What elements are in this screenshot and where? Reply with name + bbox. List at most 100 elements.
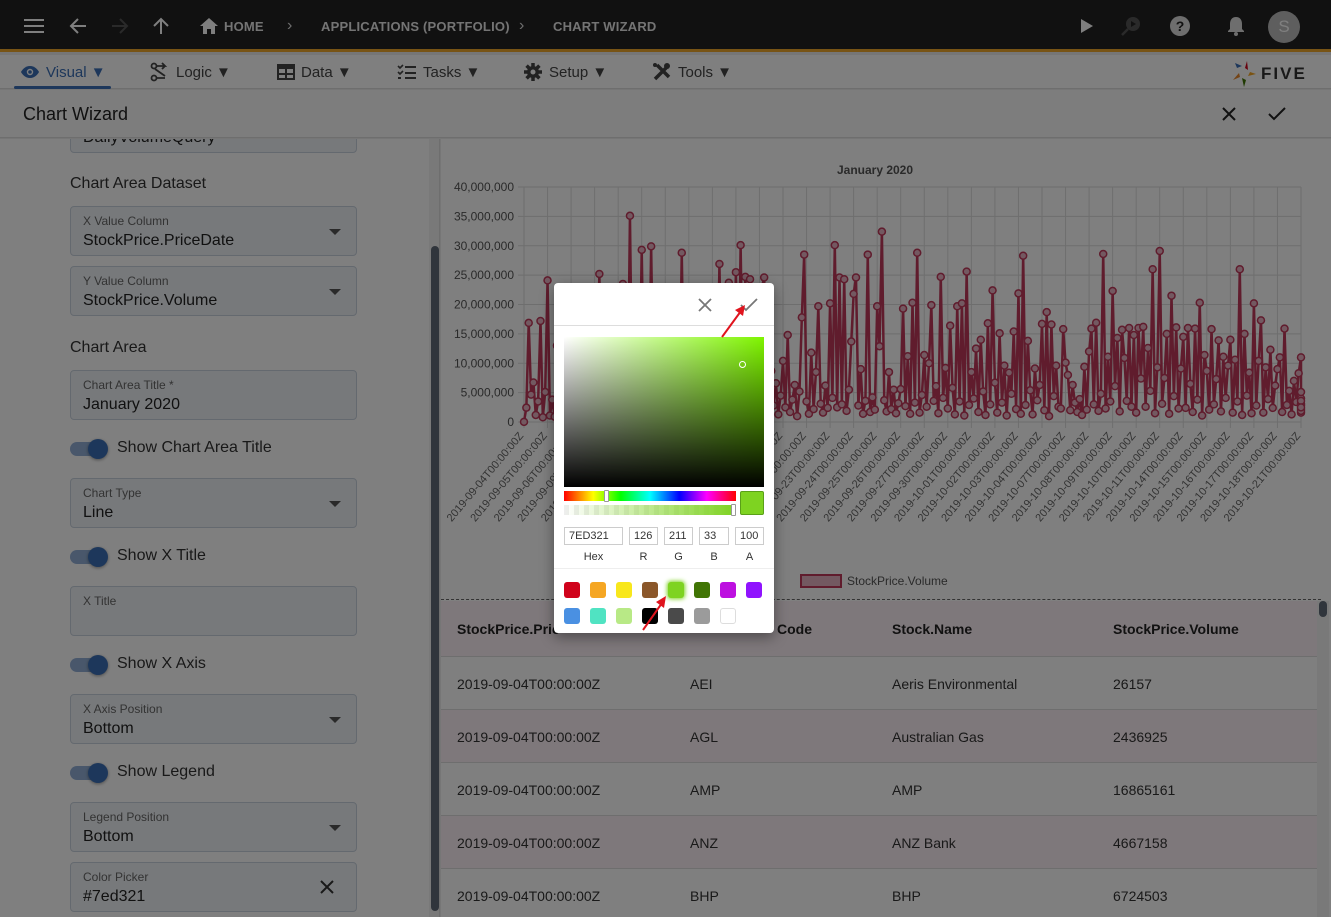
data-point[interactable] [1113,333,1122,343]
data-point[interactable] [1106,397,1115,406]
data-point[interactable] [898,304,908,313]
data-point[interactable] [1181,403,1190,413]
hue-slider-handle[interactable] [604,490,609,502]
data-point[interactable] [912,248,922,258]
data-point[interactable] [759,273,769,282]
legend[interactable]: StockPrice.Volume [800,574,948,588]
data-point[interactable] [1089,400,1099,409]
data-point[interactable] [1254,356,1263,366]
data-point[interactable] [1167,291,1176,300]
data-point[interactable] [1270,381,1280,390]
data-point[interactable] [811,367,821,377]
data-point[interactable] [1146,386,1155,396]
blue-input[interactable]: 33 [699,527,729,545]
data-point[interactable] [917,390,927,400]
data-point[interactable] [842,406,851,416]
data-point[interactable] [1004,368,1014,377]
data-point[interactable] [1176,364,1186,373]
data-point[interactable] [1247,408,1256,418]
data-point[interactable] [1242,391,1252,400]
menu-setup[interactable]: Setup ▼ [523,61,607,83]
data-point[interactable] [945,321,955,330]
data-point[interactable] [870,405,880,414]
table-scrollbar-track[interactable] [1317,601,1329,917]
chart-type-select[interactable]: Chart Type Line [70,478,357,528]
data-point[interactable] [936,272,946,282]
color-swatch[interactable] [616,608,632,624]
color-swatch[interactable] [564,608,580,624]
data-point[interactable] [1063,370,1073,380]
data-point[interactable] [1275,353,1285,362]
data-point[interactable] [903,351,913,361]
data-point[interactable] [1256,316,1266,325]
data-point[interactable] [1216,407,1226,416]
forward-arrow-icon[interactable] [108,14,132,38]
data-point[interactable] [1018,251,1028,260]
data-point[interactable] [1021,400,1030,410]
color-swatch[interactable] [720,608,736,624]
data-point[interactable] [522,403,531,412]
data-point[interactable] [934,408,943,418]
data-point[interactable] [1244,368,1254,377]
data-point[interactable] [821,381,830,390]
data-point[interactable] [879,396,889,405]
column-header-pricedate[interactable]: StockPrice.Pric [457,621,560,637]
data-point[interactable] [1016,409,1026,419]
data-point[interactable] [1266,345,1275,354]
data-point[interactable] [1094,406,1103,416]
data-point[interactable] [1042,307,1051,317]
data-point[interactable] [809,404,818,414]
data-point[interactable] [1025,386,1035,395]
data-point[interactable] [1186,379,1195,389]
data-point[interactable] [529,378,538,387]
data-point[interactable] [1162,329,1172,339]
data-point[interactable] [807,348,816,357]
data-point[interactable] [1179,332,1188,342]
data-point[interactable] [837,400,847,409]
column-header-volume[interactable]: StockPrice.Volume [1113,621,1239,637]
data-point[interactable] [1103,352,1113,362]
data-point[interactable] [1211,374,1221,384]
data-point[interactable] [1044,411,1054,421]
red-input[interactable]: 126 [629,527,658,545]
data-point[interactable] [1131,408,1141,417]
data-point[interactable] [677,248,687,258]
data-point[interactable] [905,409,915,419]
data-point[interactable] [1219,352,1228,362]
data-point[interactable] [884,367,894,377]
show-x-title-toggle[interactable] [70,547,108,567]
debug-search-icon[interactable] [1119,14,1143,38]
data-point[interactable] [1030,364,1040,373]
data-point[interactable] [929,396,938,406]
data-point[interactable] [1171,323,1181,332]
data-point[interactable] [856,364,865,374]
legend-position-select[interactable]: Legend Position Bottom [70,802,357,852]
data-point[interactable] [745,274,755,284]
data-point[interactable] [828,393,837,403]
color-swatch[interactable] [564,582,580,598]
table-row[interactable]: 2019-09-04T00:00:00Z ANZ ANZ Bank 466715… [441,816,1317,869]
data-point[interactable] [1207,324,1216,334]
data-point[interactable] [1183,323,1193,333]
x-axis-position-select[interactable]: X Axis Position Bottom [70,694,357,744]
data-point[interactable] [1209,400,1219,409]
data-point[interactable] [715,259,724,269]
data-point[interactable] [538,413,548,422]
data-point[interactable] [955,397,964,406]
show-x-axis-toggle[interactable] [70,655,108,675]
data-point[interactable] [1235,265,1245,274]
color-swatch[interactable] [694,608,710,624]
saturation-value-area[interactable] [564,337,764,487]
data-point[interactable] [1197,411,1207,420]
data-point[interactable] [1200,350,1209,360]
data-point[interactable] [531,410,541,420]
back-arrow-icon[interactable] [66,14,90,38]
data-point[interactable] [1051,361,1061,370]
data-point[interactable] [536,316,545,326]
data-point[interactable] [1157,399,1167,409]
data-point[interactable] [901,401,910,411]
data-point[interactable] [1014,289,1023,298]
data-point[interactable] [595,269,604,279]
data-point[interactable] [543,276,552,285]
data-point[interactable] [1056,404,1066,413]
